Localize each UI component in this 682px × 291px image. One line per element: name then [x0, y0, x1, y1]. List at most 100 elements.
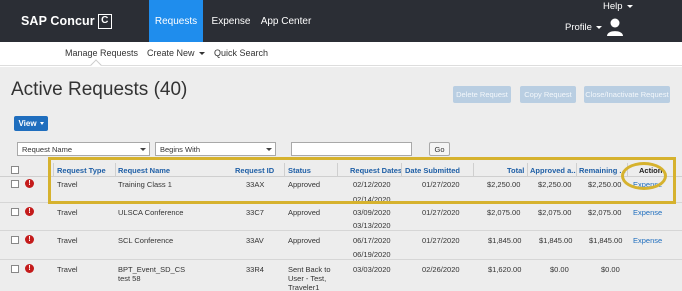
subnav-create-new[interactable]: Create New [147, 48, 205, 58]
cell-total: $1,845.00 [488, 236, 522, 245]
chevron-down-icon [626, 5, 633, 8]
column-divider [337, 163, 338, 177]
column-divider [401, 163, 402, 177]
col-approved-amount[interactable]: Approved a... [530, 166, 578, 175]
expense-action-link[interactable]: Expense [633, 208, 662, 217]
copy-request-button[interactable]: Copy Request [520, 86, 576, 103]
table-row[interactable]: ! Travel ULSCA Conference 33C7 Approved … [0, 204, 682, 231]
go-button[interactable]: Go [429, 142, 450, 156]
cell-total: $1,620.00 [488, 265, 522, 274]
cell-request-type: Travel [57, 265, 78, 274]
column-divider [576, 163, 577, 177]
cell-status: Approved [288, 208, 321, 217]
cell-end-date: 02/14/2020 [353, 195, 391, 204]
nav-requests[interactable]: Requests [149, 0, 203, 42]
subnav-quick-search[interactable]: Quick Search [214, 48, 268, 58]
column-divider [527, 163, 528, 177]
profile-menu[interactable]: Profile [565, 22, 602, 33]
exception-alert-icon[interactable]: ! [25, 264, 34, 273]
column-divider [53, 163, 54, 177]
delete-request-button[interactable]: Delete Request [453, 86, 511, 103]
nav-app-center[interactable]: App Center [260, 0, 312, 42]
dropdown-arrow-icon [263, 143, 275, 155]
search-field-value: Request Name [22, 144, 73, 154]
expense-action-link[interactable]: Expense [633, 236, 662, 245]
row-checkbox[interactable] [11, 208, 19, 216]
table-header: Request Type Request Name Request ID Sta… [0, 163, 682, 177]
col-request-id[interactable]: Request ID [235, 166, 274, 175]
cell-request-id: 33R4 [246, 265, 264, 274]
sub-navigation: Manage Requests Create New Quick Search [0, 42, 682, 71]
row-checkbox[interactable] [11, 265, 19, 273]
cell-request-type: Travel [57, 180, 78, 189]
col-total[interactable]: Total [507, 166, 524, 175]
col-request-name[interactable]: Request Name [118, 166, 170, 175]
col-request-type[interactable]: Request Type [57, 166, 106, 175]
cell-request-id: 33AX [246, 180, 265, 189]
cell-request-name-line1[interactable]: BPT_Event_SD_CS [118, 265, 185, 274]
cell-approved-amount: $2,250.00 [538, 180, 572, 189]
cell-date-submitted: 01/27/2020 [422, 180, 460, 189]
cell-request-name[interactable]: ULSCA Conference [118, 208, 183, 217]
cell-request-name[interactable]: SCL Conference [118, 236, 173, 245]
cell-start-date: 03/03/2020 [353, 265, 391, 274]
search-input[interactable] [291, 142, 412, 156]
exception-alert-icon[interactable]: ! [25, 207, 34, 216]
cell-end-date: 03/13/2020 [353, 221, 391, 230]
cell-request-type: Travel [57, 208, 78, 217]
cell-approved-amount: $2,075.00 [538, 208, 572, 217]
cell-remaining-amount: $1,845.00 [589, 236, 623, 245]
chevron-down-icon [39, 122, 44, 125]
cell-request-name-line2[interactable]: test 58 [118, 274, 141, 283]
help-menu[interactable]: Help [603, 1, 633, 12]
help-label: Help [603, 1, 623, 12]
view-button[interactable]: View [14, 116, 48, 131]
search-operator-select[interactable]: Begins With [155, 142, 276, 156]
cell-date-submitted: 01/27/2020 [422, 236, 460, 245]
cell-total: $2,250.00 [487, 180, 521, 189]
table-row[interactable]: ! Travel Training Class 1 33AX Approved … [0, 177, 682, 204]
cell-request-id: 33AV [246, 236, 264, 245]
exception-alert-icon[interactable]: ! [25, 235, 34, 244]
main-content: Active Requests (40) Delete Request Copy… [0, 67, 682, 291]
row-checkbox[interactable] [11, 236, 19, 244]
page-title: Active Requests (40) [11, 79, 188, 100]
cell-request-name[interactable]: Training Class 1 [118, 180, 172, 189]
column-divider [473, 163, 474, 177]
dropdown-arrow-icon [137, 143, 149, 155]
column-divider [284, 163, 285, 177]
close-inactivate-request-button[interactable]: Close/Inactivate Request [584, 86, 670, 103]
col-date-submitted[interactable]: Date Submitted [405, 166, 460, 175]
table-row[interactable]: ! Travel SCL Conference 33AV Approved 06… [0, 232, 682, 260]
search-field-select[interactable]: Request Name [17, 142, 150, 156]
create-new-label: Create New [147, 48, 195, 58]
column-divider [115, 163, 116, 177]
cell-date-submitted: 01/27/2020 [422, 208, 460, 217]
cell-approved-amount: $1,845.00 [539, 236, 573, 245]
brand-mark-icon: C [97, 13, 112, 29]
cell-status: Approved [288, 180, 321, 189]
cell-status-line3: Traveler1 [288, 283, 320, 291]
col-remaining-amount[interactable]: Remaining ... [579, 166, 626, 175]
select-all-checkbox[interactable] [11, 166, 19, 174]
expense-action-link[interactable]: Expense [633, 180, 662, 189]
row-checkbox[interactable] [11, 180, 19, 188]
cell-date-submitted: 02/26/2020 [422, 265, 460, 274]
cell-start-date: 06/17/2020 [353, 236, 391, 245]
col-request-dates[interactable]: Request Dates [350, 166, 402, 175]
sap-concur-logo[interactable]: SAP Concur C [21, 13, 112, 29]
cell-total: $2,075.00 [487, 208, 521, 217]
table-row[interactable]: ! Travel BPT_Event_SD_CS test 58 33R4 Se… [0, 261, 682, 291]
nav-expense[interactable]: Expense [206, 0, 256, 42]
cell-remaining-amount: $0.00 [601, 265, 620, 274]
cell-request-id: 33C7 [246, 208, 264, 217]
col-status[interactable]: Status [288, 166, 311, 175]
profile-label: Profile [565, 22, 592, 33]
cell-start-date: 02/12/2020 [353, 180, 391, 189]
user-avatar-icon[interactable] [606, 17, 624, 37]
subnav-manage-requests[interactable]: Manage Requests [65, 48, 138, 58]
cell-remaining-amount: $2,250.00 [588, 180, 622, 189]
exception-alert-icon[interactable]: ! [25, 179, 34, 188]
cell-start-date: 03/09/2020 [353, 208, 391, 217]
chevron-down-icon [198, 51, 205, 55]
